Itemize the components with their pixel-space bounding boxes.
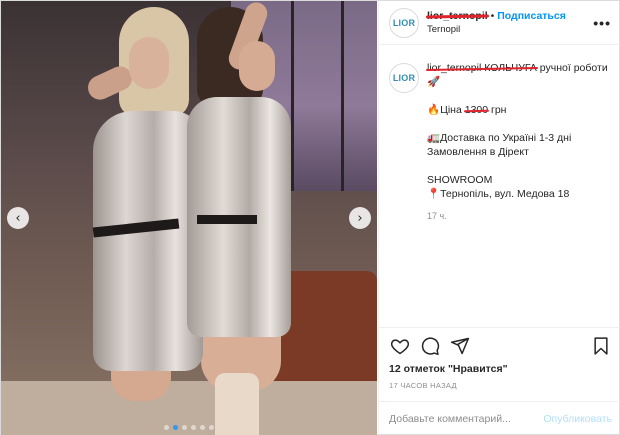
post-sidebar: LIOR lior_ternopil • Подписаться Ternopi… [378,1,620,435]
location-link[interactable]: Ternopil [427,24,566,35]
share-icon [450,337,470,354]
chevron-left-icon: ‹ [15,210,21,226]
model-right-face [239,41,275,91]
comment-input[interactable] [389,413,539,425]
avatar[interactable]: LIOR [389,63,419,93]
caption-area: LIOR lior_ternopil КОЛЬЧУГА ручної робот… [379,53,620,323]
comment-icon [421,336,440,355]
username-link[interactable]: lior_ternopil [425,10,489,22]
publish-button[interactable]: Опубликовать [543,413,612,425]
like-button[interactable] [389,335,411,357]
avatar[interactable]: LIOR [389,7,419,38]
header-text: lior_ternopil • Подписаться Ternopil [425,10,566,35]
more-options-icon[interactable]: ••• [593,15,611,31]
belt [197,215,257,224]
next-slide-button[interactable]: › [349,207,371,229]
window-frame [291,1,294,191]
chevron-right-icon: › [357,210,363,226]
carousel-dot [164,425,169,430]
post-header: LIOR lior_ternopil • Подписаться Ternopi… [379,1,620,45]
comment-button[interactable] [419,335,441,357]
comment-bar: Опубликовать [379,401,620,435]
heart-icon [390,338,410,354]
share-button[interactable] [449,335,471,357]
caption-title: lior_ternopil КОЛЬЧУГА ручної роботи🚀 [425,62,608,88]
bookmark-icon [594,336,608,355]
caption-showroom: SHOWROOM [427,174,493,186]
carousel-dot [200,425,205,430]
post-timestamp[interactable]: 17 ЧАСОВ НАЗАД [389,381,457,390]
caption-address: 📍Тернопіль, вул. Медова 18 [427,188,570,200]
caption-price: 🔥Ціна 1300 грн [427,104,507,116]
header-line: lior_ternopil • Подписаться [425,10,566,22]
caption-text: lior_ternopil КОЛЬЧУГА ручної роботи🚀 🔥Ц… [425,61,612,315]
avatar-logo: LIOR [392,73,416,83]
likes-count[interactable]: 12 отметок "Нравится" [389,363,508,375]
model-left-face [129,37,169,89]
action-bar [379,327,620,363]
redaction-scribble [463,109,490,113]
caption-delivery: 🚛Доставка по Україні 1-3 дні [427,132,572,144]
caption-username[interactable]: lior_ternopil КОЛЬЧУГА [425,62,538,74]
carousel-dot [209,425,214,430]
carousel-dot [191,425,196,430]
carousel-dot [173,425,178,430]
post-photo[interactable]: ‹ › [1,1,377,435]
separator-dot: • [490,10,495,22]
carousel-dots [1,425,377,430]
previous-slide-button[interactable]: ‹ [7,207,29,229]
save-button[interactable] [590,335,612,357]
instagram-post: ‹ › LIOR lior_ternopil • Подписаться Te [0,0,620,435]
caption-order: Замовлення в Дірект [427,146,529,158]
carousel-dot [182,425,187,430]
price-value: 1300 [463,104,490,116]
follow-button[interactable]: Подписаться [497,10,566,22]
window-frame [341,1,344,191]
caption-timestamp: 17 ч. [427,211,447,221]
avatar-logo: LIOR [392,17,416,28]
